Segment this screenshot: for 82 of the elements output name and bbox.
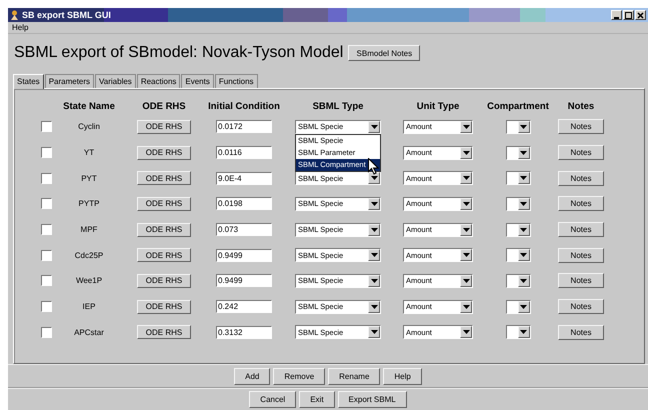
compartment-dropdown[interactable] [506,274,530,288]
tab[interactable]: States [13,74,44,89]
initial-condition-field[interactable]: 0.9499 [216,274,272,288]
initial-condition-field[interactable]: 0.0198 [216,197,272,210]
initial-condition-field[interactable]: 0.0116 [216,146,272,160]
checkbox[interactable] [41,147,52,158]
action-button[interactable]: Export SBML [338,391,407,408]
checkbox[interactable] [41,121,52,132]
compartment-dropdown[interactable] [506,146,530,160]
action-button[interactable]: Help [383,368,422,385]
checkbox[interactable] [41,198,52,210]
action-button[interactable]: Add [234,368,270,385]
app-icon [10,10,19,20]
state-name: MPF [80,225,98,234]
ode-rhs-button[interactable]: ODE RHS [137,274,191,288]
ode-rhs-button[interactable]: ODE RHS [137,120,191,134]
model-heading: SBML export of SBmodel: Novak-Tyson Model [14,44,344,62]
action-button[interactable]: Remove [273,368,326,385]
action-button[interactable]: Exit [299,391,335,408]
tab[interactable]: Parameters [44,74,94,88]
column-header: SBML Type [312,100,364,112]
tab[interactable]: Reactions [136,74,180,88]
ode-rhs-button[interactable]: ODE RHS [137,248,191,262]
state-name: Cyclin [78,122,100,132]
column-header: Compartment [487,100,549,112]
state-name: IEP [82,302,96,312]
notes-button[interactable]: Notes [558,222,604,238]
column-header: ODE RHS [142,100,186,112]
state-name: Wee1P [76,276,102,286]
compartment-dropdown[interactable] [506,222,530,237]
checkbox[interactable] [41,326,52,338]
initial-condition-field[interactable]: 9.0E-4 [216,172,272,185]
tab[interactable]: Functions [214,74,258,88]
column-header: Notes [568,100,594,112]
window-title: SB export SBML GUI [22,10,111,20]
ode-rhs-button[interactable]: ODE RHS [137,325,191,340]
checkbox[interactable] [41,172,52,184]
initial-condition-field[interactable]: 0.073 [216,223,272,236]
menu-item[interactable]: Help [12,23,28,32]
ode-rhs-button[interactable]: ODE RHS [137,146,191,160]
column-header: State Name [63,100,115,112]
ode-rhs-button[interactable]: ODE RHS [137,171,191,186]
ode-rhs-button[interactable]: ODE RHS [137,222,191,237]
checkbox[interactable] [41,224,52,236]
notes-button[interactable]: SBmodel Notes [348,45,420,61]
state-name: PYTP [78,199,100,208]
notes-button[interactable]: Notes [558,324,604,340]
checkbox[interactable] [41,301,52,312]
compartment-dropdown[interactable] [506,248,530,262]
compartment-dropdown[interactable] [506,171,530,186]
notes-button[interactable]: Notes [558,145,604,160]
maximize-icon[interactable] [623,10,634,20]
ode-rhs-button[interactable]: ODE RHS [137,196,191,211]
compartment-dropdown[interactable] [506,120,530,134]
initial-condition-field[interactable]: 0.242 [216,300,272,314]
state-name: APCstar [74,328,104,337]
compartment-dropdown[interactable] [506,196,530,211]
action-button[interactable]: Cancel [249,391,296,408]
state-name: YT [84,148,94,158]
initial-condition-field[interactable]: 0.0172 [216,120,272,134]
state-name: PYT [81,174,97,183]
close-icon[interactable] [635,10,646,20]
compartment-dropdown[interactable] [506,300,530,314]
checkbox[interactable] [41,250,52,261]
tab[interactable]: Events [181,74,214,88]
compartment-dropdown[interactable] [506,325,530,340]
column-header: Initial Condition [208,100,280,112]
notes-button[interactable]: Notes [558,196,604,212]
ode-rhs-button[interactable]: ODE RHS [137,300,191,314]
notes-button[interactable]: Notes [558,273,604,288]
minimize-icon[interactable] [611,10,622,20]
notes-button[interactable]: Notes [558,119,604,134]
notes-button[interactable]: Notes [558,248,604,263]
action-button[interactable]: Rename [328,368,380,385]
state-name: Cdc25P [74,250,104,260]
notes-button[interactable]: Notes [558,170,604,186]
notes-button[interactable]: Notes [558,299,604,314]
tab[interactable]: Variables [95,74,136,88]
initial-condition-field[interactable]: 0.3132 [216,326,272,339]
column-header: Unit Type [416,100,460,112]
checkbox[interactable] [41,275,52,286]
initial-condition-field[interactable]: 0.9499 [216,248,272,262]
